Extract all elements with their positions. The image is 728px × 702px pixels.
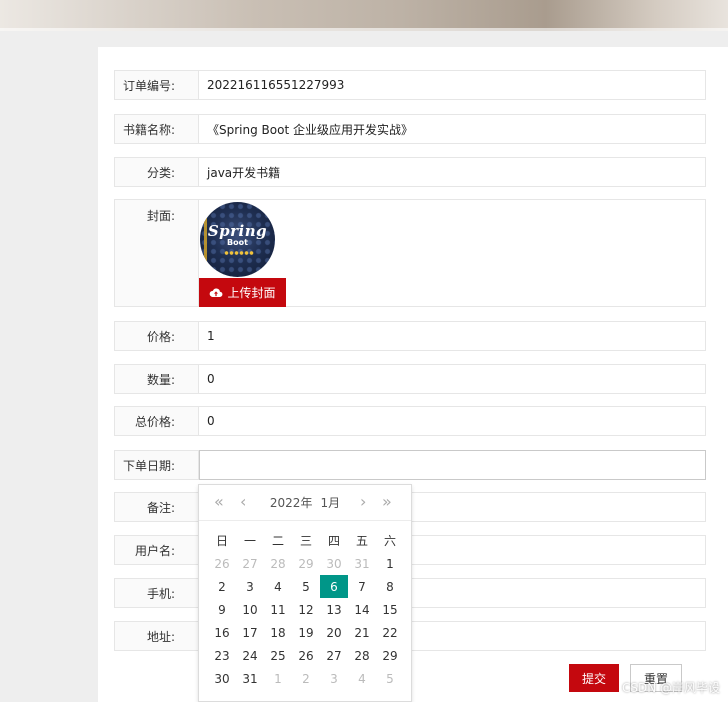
calendar-day[interactable]: 1 (376, 552, 404, 575)
calendar-day[interactable]: 3 (320, 667, 348, 690)
quantity-input[interactable]: 0 (199, 364, 706, 394)
prev-month-icon[interactable]: ‹ (240, 494, 246, 510)
cover-row: 封面: Spring Boot 上传封面 (114, 199, 706, 307)
total-price-label: 总价格: (114, 406, 199, 436)
calendar-day[interactable]: 28 (264, 552, 292, 575)
calendar-day[interactable]: 3 (236, 575, 264, 598)
watermark: CSDN @岸风毕设 (621, 681, 720, 695)
date-picker: « ‹ 2022年 1月 › » 日一二三四五六 26 27 28 29 30 31 1 2 3 4… (198, 484, 412, 702)
cover-image: Spring Boot (200, 202, 275, 277)
calendar-day[interactable]: 9 (208, 598, 236, 621)
calendar-day[interactable]: 14 (348, 598, 376, 621)
date-picker-header: « ‹ 2022年 1月 › » (199, 485, 411, 521)
calendar-day[interactable]: 18 (264, 621, 292, 644)
quantity-row: 数量: 0 (114, 364, 706, 394)
next-month-icon[interactable]: › (360, 494, 366, 510)
cover-label: 封面: (114, 199, 199, 307)
prev-year-icon[interactable]: « (214, 494, 224, 510)
weekday-header: 日 (215, 534, 228, 548)
book-name-label: 书籍名称: (114, 114, 199, 144)
calendar-day[interactable]: 10 (236, 598, 264, 621)
calendar-day[interactable]: 26 (292, 644, 320, 667)
order-date-input[interactable] (199, 450, 706, 480)
calendar-day[interactable]: 11 (264, 598, 292, 621)
calendar-day[interactable]: 29 (292, 552, 320, 575)
category-input[interactable]: java开发书籍 (199, 157, 706, 187)
calendar-day[interactable]: 15 (376, 598, 404, 621)
calendar-day[interactable]: 13 (320, 598, 348, 621)
calendar-day[interactable]: 27 (236, 552, 264, 575)
weekday-header: 三 (299, 534, 312, 548)
calendar-day[interactable]: 2 (292, 667, 320, 690)
calendar-day[interactable]: 21 (348, 621, 376, 644)
address-label: 地址: (114, 621, 199, 651)
calendar-day[interactable]: 31 (236, 667, 264, 690)
calendar-day-selected[interactable]: 6 (320, 575, 348, 598)
total-price-input[interactable]: 0 (199, 406, 706, 436)
calendar-day[interactable]: 26 (208, 552, 236, 575)
order-no-label: 订单编号: (114, 70, 199, 100)
upload-cover-button[interactable]: 上传封面 (199, 278, 286, 307)
calendar-day[interactable]: 20 (320, 621, 348, 644)
calendar-day[interactable]: 5 (292, 575, 320, 598)
calendar-day[interactable]: 1 (264, 667, 292, 690)
weekday-header: 二 (271, 534, 284, 548)
weekday-header: 六 (383, 534, 396, 548)
order-no-input[interactable]: 202216116551227993 (199, 70, 706, 100)
category-label: 分类: (114, 157, 199, 187)
calendar-day[interactable]: 29 (376, 644, 404, 667)
calendar-day[interactable]: 12 (292, 598, 320, 621)
order-no-row: 订单编号: 202216116551227993 (114, 70, 706, 100)
cover-image-subtitle: Boot (227, 238, 248, 247)
calendar-day[interactable]: 8 (376, 575, 404, 598)
next-year-icon[interactable]: » (382, 494, 392, 510)
book-name-row: 书籍名称: 《Spring Boot 企业级应用开发实战》 (114, 114, 706, 144)
price-input[interactable]: 1 (199, 321, 706, 351)
calendar-day[interactable]: 17 (236, 621, 264, 644)
calendar-day[interactable]: 19 (292, 621, 320, 644)
phone-label: 手机: (114, 578, 199, 608)
header-banner-image (0, 0, 728, 31)
calendar-day[interactable]: 30 (320, 552, 348, 575)
calendar-day[interactable]: 24 (236, 644, 264, 667)
calendar-day[interactable]: 16 (208, 621, 236, 644)
calendar-day[interactable]: 27 (320, 644, 348, 667)
book-name-input[interactable]: 《Spring Boot 企业级应用开发实战》 (199, 114, 706, 144)
submit-button[interactable]: 提交 (569, 664, 619, 692)
calendar-day[interactable]: 4 (264, 575, 292, 598)
order-date-row: 下单日期: (114, 450, 706, 480)
calendar-day[interactable]: 28 (348, 644, 376, 667)
username-label: 用户名: (114, 535, 199, 565)
calendar-grid: 日一二三四五六 26 27 28 29 30 31 1 2 3 4 5 6 7 8 9 10 11 12 13 14 15… (208, 529, 404, 690)
price-row: 价格: 1 (114, 321, 706, 351)
upload-cover-label: 上传封面 (227, 286, 276, 300)
total-price-row: 总价格: 0 (114, 406, 706, 436)
cover-box: Spring Boot 上传封面 (199, 199, 706, 307)
calendar-day[interactable]: 2 (208, 575, 236, 598)
cover-dots (224, 251, 254, 255)
calendar-month[interactable]: 1月 (320, 494, 340, 511)
cloud-upload-icon (210, 288, 223, 297)
calendar-day[interactable]: 23 (208, 644, 236, 667)
calendar-day[interactable]: 25 (264, 644, 292, 667)
calendar-day[interactable]: 30 (208, 667, 236, 690)
calendar-day[interactable]: 7 (348, 575, 376, 598)
order-date-label: 下单日期: (114, 450, 199, 480)
price-label: 价格: (114, 321, 199, 351)
calendar-day[interactable]: 22 (376, 621, 404, 644)
category-row: 分类: java开发书籍 (114, 157, 706, 187)
calendar-year[interactable]: 2022年 (270, 494, 313, 511)
quantity-label: 数量: (114, 364, 199, 394)
calendar-day[interactable]: 5 (376, 667, 404, 690)
calendar-day[interactable]: 4 (348, 667, 376, 690)
weekday-header: 一 (243, 534, 256, 548)
note-label: 备注: (114, 492, 199, 522)
weekday-header: 四 (327, 534, 340, 548)
weekday-header: 五 (355, 534, 368, 548)
calendar-day[interactable]: 31 (348, 552, 376, 575)
